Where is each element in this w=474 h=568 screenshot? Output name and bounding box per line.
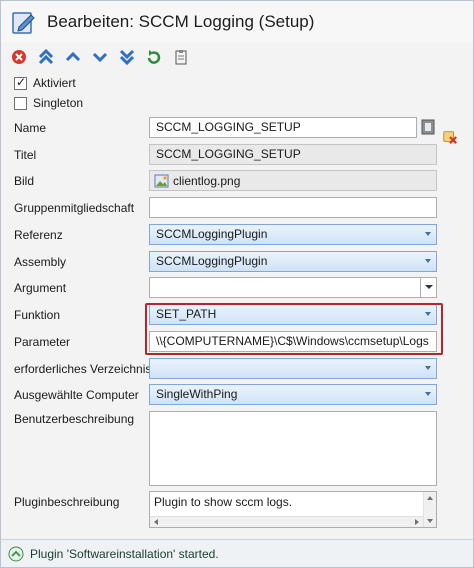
move-top-icon[interactable] [37, 48, 55, 66]
clipboard-icon[interactable] [172, 48, 190, 66]
funktion-value: SET_PATH [156, 307, 217, 321]
refresh-icon[interactable] [145, 48, 163, 66]
chevron-down-icon [425, 232, 431, 236]
parameter-field[interactable]: \\{COMPUTERNAME}\C$\Windows\ccmsetup\Log… [149, 331, 437, 352]
argument-label: Argument [14, 281, 67, 295]
pluginbeschreibung-value: Plugin to show sccm logs. [154, 495, 293, 509]
chevron-down-icon[interactable] [420, 278, 436, 297]
vertical-scrollbar[interactable] [423, 492, 436, 527]
parameter-label: Parameter [14, 335, 71, 349]
titel-field: SCCM_LOGGING_SETUP [149, 144, 437, 165]
delete-icon[interactable] [10, 48, 28, 66]
aktiviert-label: Aktiviert [33, 76, 76, 90]
assembly-combo[interactable]: SCCMLoggingPlugin [149, 251, 437, 272]
aktiviert-checkbox-row[interactable]: Aktiviert [14, 75, 76, 90]
scroll-up-icon[interactable] [427, 496, 433, 500]
computer-combo[interactable]: SingleWithPing [149, 384, 437, 405]
funktion-combo[interactable]: SET_PATH [149, 304, 437, 325]
assembly-value: SCCMLoggingPlugin [156, 254, 268, 268]
title-bar: Bearbeiten: SCCM Logging (Setup) [1, 1, 473, 43]
verzeichnis-combo[interactable] [149, 358, 437, 379]
clear-name-icon[interactable] [442, 128, 458, 146]
gruppenmitgliedschaft-label: Gruppenmitgliedschaft [14, 201, 135, 215]
computer-label: Ausgewählte Computer [14, 388, 139, 402]
referenz-combo[interactable]: SCCMLoggingPlugin [149, 224, 437, 245]
toolbar [1, 45, 473, 69]
chevron-down-icon [425, 392, 431, 396]
computer-value: SingleWithPing [156, 387, 238, 401]
benutzerbeschreibung-textarea[interactable] [149, 411, 437, 486]
singleton-label: Singleton [33, 96, 84, 110]
referenz-label: Referenz [14, 228, 63, 242]
singleton-checkbox[interactable] [14, 96, 27, 110]
verzeichnis-label: erforderliches Verzeichnis [14, 362, 152, 376]
move-down-icon[interactable] [91, 48, 109, 66]
funktion-label: Funktion [14, 308, 61, 322]
move-bottom-icon[interactable] [118, 48, 136, 66]
horizontal-scrollbar[interactable] [150, 516, 423, 527]
aktiviert-checkbox[interactable] [14, 75, 27, 90]
referenz-value: SCCMLoggingPlugin [156, 227, 268, 241]
bild-value: clientlog.png [173, 173, 241, 188]
assembly-label: Assembly [14, 255, 67, 269]
collapse-up-icon[interactable] [8, 546, 24, 562]
status-text: Plugin 'Softwareinstallation' started. [30, 546, 219, 561]
gruppenmitgliedschaft-field[interactable] [149, 197, 437, 218]
scroll-down-icon[interactable] [427, 519, 433, 523]
singleton-checkbox-row[interactable]: Singleton [14, 96, 83, 110]
edit-document-icon [11, 9, 37, 35]
window-title: Bearbeiten: SCCM Logging (Setup) [47, 12, 315, 31]
name-picker-icon[interactable] [420, 118, 436, 136]
move-up-icon[interactable] [64, 48, 82, 66]
bild-field: clientlog.png [149, 170, 437, 191]
bild-label: Bild [14, 174, 35, 188]
titel-label: Titel [14, 148, 37, 162]
scroll-left-icon[interactable] [154, 519, 158, 525]
edit-window: Bearbeiten: SCCM Logging (Setup) Aktivie… [0, 0, 474, 568]
image-file-icon [154, 174, 169, 188]
name-field[interactable]: SCCM_LOGGING_SETUP [149, 117, 417, 138]
scroll-right-icon[interactable] [415, 519, 419, 525]
benutzerbeschreibung-value [150, 412, 436, 418]
name-label: Name [14, 121, 47, 135]
chevron-down-icon [425, 366, 431, 370]
pluginbeschreibung-label: Pluginbeschreibung [14, 495, 120, 509]
status-bar: Plugin 'Softwareinstallation' started. [1, 539, 473, 567]
chevron-down-icon [425, 259, 431, 263]
chevron-down-icon [425, 312, 431, 316]
pluginbeschreibung-textarea[interactable]: Plugin to show sccm logs. [149, 491, 437, 528]
benutzerbeschreibung-label: Benutzerbeschreibung [14, 412, 135, 426]
argument-combo[interactable] [149, 277, 437, 298]
